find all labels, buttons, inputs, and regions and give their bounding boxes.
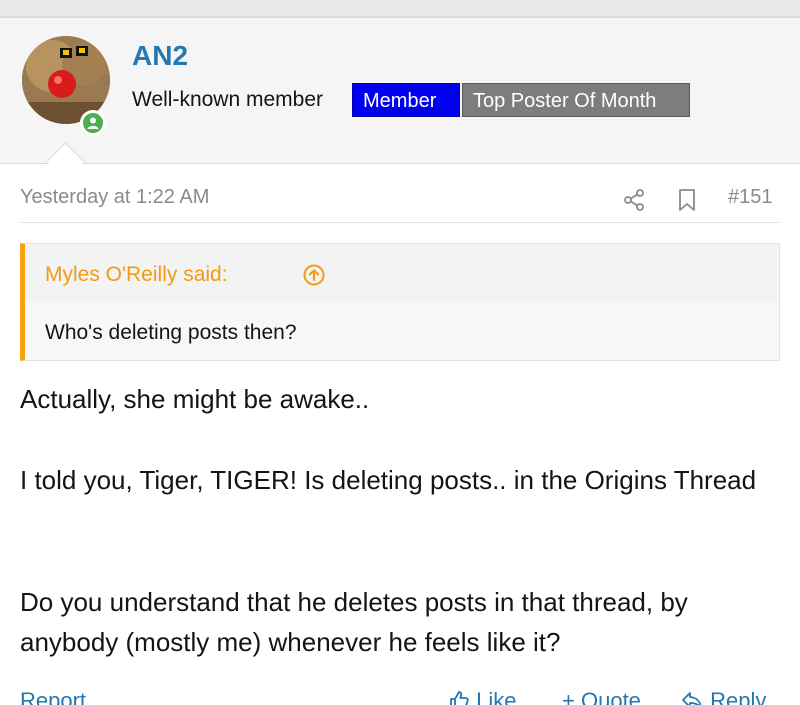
quote-block: Myles O'Reilly said: Who's deleting post…: [20, 243, 780, 361]
quote-button[interactable]: + Quote: [562, 688, 641, 705]
like-button[interactable]: Like: [448, 688, 516, 705]
post-paragraph: Actually, she might be awake..: [20, 384, 370, 414]
post-paragraph: Do you understand that he deletes posts …: [20, 587, 688, 657]
arrow-up-circle-icon[interactable]: [303, 264, 325, 286]
quote-plus-icon: +: [562, 688, 575, 705]
bookmark-icon[interactable]: [676, 188, 698, 212]
post-date-link[interactable]: Yesterday at 1:22 AM: [20, 186, 209, 209]
reply-arrow-icon: [682, 692, 702, 705]
quote-label: Quote: [580, 688, 641, 705]
post-paragraph: I told you, Tiger, TIGER! Is deleting po…: [20, 465, 757, 495]
top-poster-badge: Top Poster Of Month: [462, 83, 690, 117]
top-edge: [0, 0, 800, 18]
quote-text: Who's deleting posts then?: [45, 321, 297, 344]
report-button[interactable]: Report: [20, 688, 86, 705]
reply-button[interactable]: Reply: [680, 688, 766, 705]
like-label: Like: [476, 688, 517, 705]
thumbs-up-icon: [450, 691, 469, 705]
meta-divider: [20, 222, 780, 223]
member-badge: Member: [352, 83, 460, 117]
username-link[interactable]: AN2: [132, 40, 188, 72]
quote-author-link[interactable]: Myles O'Reilly said:: [45, 263, 228, 287]
reply-label: Reply: [710, 688, 767, 705]
post-number-link[interactable]: #151: [728, 186, 773, 209]
post-actions: Report Like + Quote Reply: [0, 686, 800, 705]
share-icon[interactable]: [622, 188, 646, 212]
online-status-icon: [80, 110, 106, 136]
user-title: Well-known member: [132, 88, 323, 111]
